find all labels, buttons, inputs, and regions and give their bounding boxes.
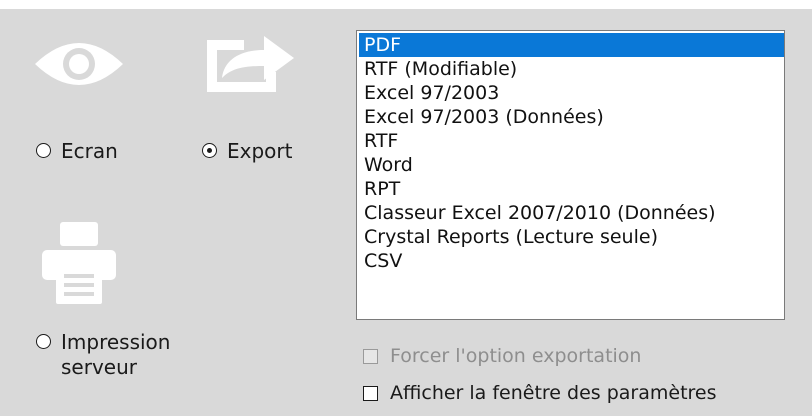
export-format-listbox[interactable]: PDF RTF (Modifiable) Excel 97/2003 Excel…	[356, 30, 785, 320]
force-export-checkbox[interactable]: Forcer l'option exportation	[363, 344, 641, 368]
list-item[interactable]: PDF	[359, 33, 784, 57]
list-item[interactable]: RPT	[359, 177, 784, 201]
top-border	[0, 0, 812, 9]
list-item[interactable]: RTF	[359, 129, 784, 153]
radio-server-print-label-line1: Impression	[61, 330, 171, 354]
force-export-label: Forcer l'option exportation	[390, 345, 642, 367]
radio-screen-circle[interactable]	[36, 143, 51, 158]
list-item[interactable]: Classeur Excel 2007/2010 (Données)	[359, 201, 784, 225]
list-item[interactable]: Word	[359, 153, 784, 177]
radio-server-print-label: Impression serveur	[61, 330, 170, 380]
radio-export[interactable]: Export	[202, 139, 292, 163]
list-item[interactable]: RTF (Modifiable)	[359, 57, 784, 81]
force-export-checkbox-box[interactable]	[363, 348, 378, 364]
list-item[interactable]: CSV	[359, 249, 784, 273]
radio-server-print-label-line2: serveur	[61, 355, 137, 379]
radio-server-print[interactable]: Impression serveur	[36, 330, 170, 380]
list-item[interactable]: Crystal Reports (Lecture seule)	[359, 225, 784, 249]
share-export-icon[interactable]	[202, 30, 298, 94]
radio-export-circle[interactable]	[202, 143, 217, 158]
show-params-label: Afficher la fenêtre des paramètres	[390, 382, 717, 404]
eye-icon[interactable]	[32, 38, 126, 90]
show-params-checkbox-box[interactable]	[363, 385, 378, 401]
printer-icon[interactable]	[38, 220, 118, 306]
radio-screen-label: Ecran	[61, 139, 118, 163]
show-params-checkbox[interactable]: Afficher la fenêtre des paramètres	[363, 381, 717, 405]
radio-export-label: Export	[227, 139, 293, 163]
radio-server-print-circle[interactable]	[36, 334, 51, 349]
list-item[interactable]: Excel 97/2003 (Données)	[359, 105, 784, 129]
list-item[interactable]: Excel 97/2003	[359, 81, 784, 105]
radio-screen[interactable]: Ecran	[36, 139, 118, 163]
